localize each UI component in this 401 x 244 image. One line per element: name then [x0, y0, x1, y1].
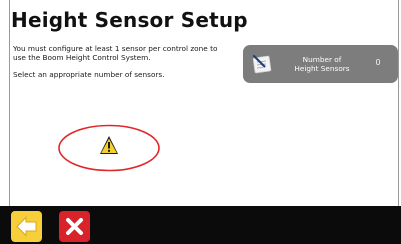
- back-button[interactable]: [11, 211, 42, 242]
- number-of-height-sensors-button[interactable]: Number of Height Sensors 0: [243, 45, 398, 83]
- back-arrow-icon: [16, 216, 37, 237]
- page-title: Height Sensor Setup: [11, 8, 248, 32]
- sensor-count-value: 0: [375, 58, 381, 67]
- warning-triangle-icon: [100, 136, 118, 154]
- sensor-button-label-line2: Height Sensors: [294, 63, 350, 73]
- height-sensor-setup-screen: Height Sensor Setup You must configure a…: [0, 0, 401, 244]
- left-divider: [9, 0, 10, 206]
- instruction-paragraph-1: You must configure at least 1 sensor per…: [13, 44, 218, 62]
- bottom-toolbar: [0, 206, 401, 244]
- cancel-x-icon: [66, 218, 83, 235]
- sensor-config-icon: [252, 54, 272, 74]
- cancel-button[interactable]: [59, 211, 90, 242]
- sensor-button-label: Number of Height Sensors: [275, 55, 369, 73]
- instruction-paragraph-2: Select an appropriate number of sensors.: [13, 70, 165, 79]
- instructions-text: You must configure at least 1 sensor per…: [13, 44, 223, 87]
- right-divider: [398, 0, 399, 206]
- warning-highlight: [58, 124, 160, 172]
